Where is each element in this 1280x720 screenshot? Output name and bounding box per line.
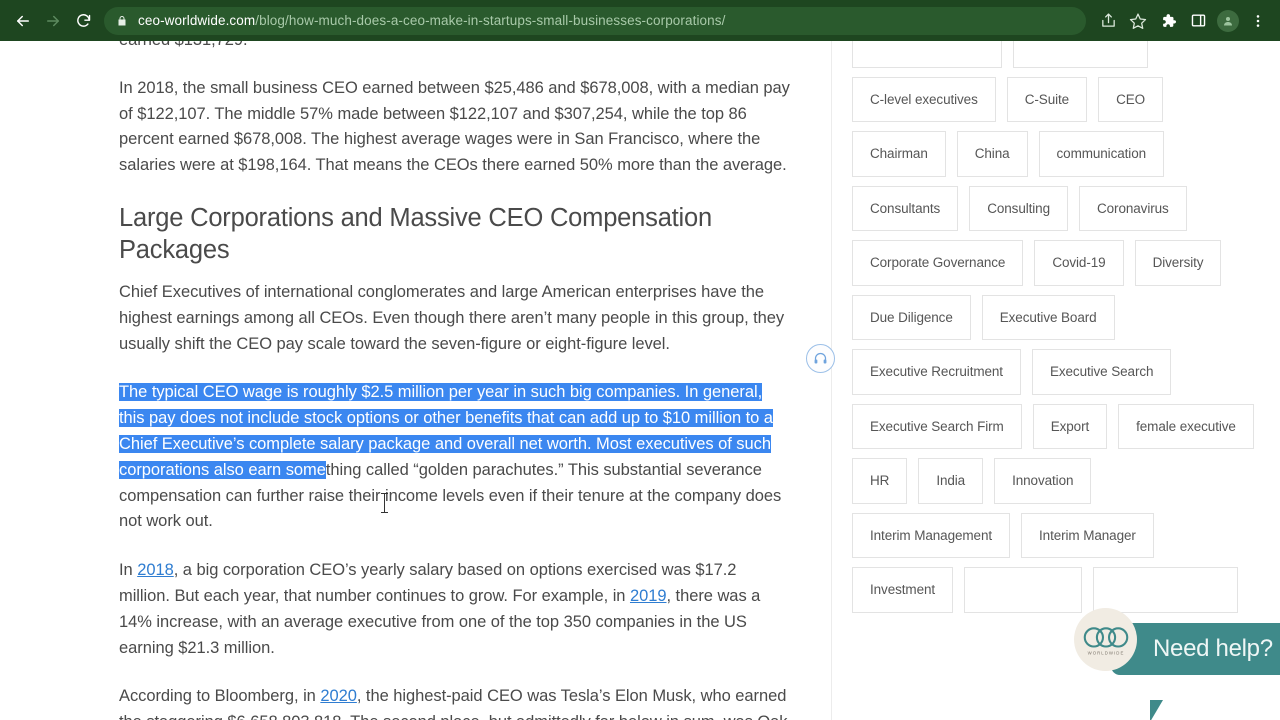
tag-item[interactable]: India (918, 458, 984, 504)
link-2020[interactable]: 2020 (320, 687, 357, 705)
tag-item[interactable]: Innovation (994, 458, 1092, 504)
svg-text:WORLDWIDE: WORLDWIDE (1087, 650, 1124, 655)
tag-item[interactable]: Diversity (1134, 240, 1222, 286)
tag-item[interactable]: Consultants (852, 185, 959, 231)
chat-bubble[interactable]: Need help? (1111, 623, 1280, 675)
share-icon[interactable] (1094, 7, 1122, 35)
tag-partial-bottom[interactable] (964, 567, 1083, 613)
tag-item[interactable]: Interim Management (852, 512, 1011, 558)
paragraph-small-business-stats: In 2018, the small business CEO earned b… (119, 76, 791, 179)
link-2019[interactable]: 2019 (630, 587, 667, 605)
paragraph-text-part1: According to Bloomberg, in (119, 687, 321, 706)
url-host: ceo-worldwide.com (138, 13, 256, 28)
url-path: /blog/how-much-does-a-ceo-make-in-startu… (255, 13, 726, 28)
text-cursor (381, 493, 388, 513)
tag-item[interactable]: Export (1032, 403, 1108, 449)
clipped-paragraph: earned $131,729. (119, 41, 791, 54)
extensions-puzzle-icon[interactable] (1154, 7, 1182, 35)
tag-partial-top[interactable] (1013, 41, 1148, 68)
reload-button[interactable] (68, 6, 98, 36)
tag-item[interactable]: Corporate Governance (852, 240, 1024, 286)
back-button[interactable] (8, 6, 38, 36)
lock-icon (116, 15, 128, 27)
tag-item[interactable]: China (956, 131, 1028, 177)
avatar[interactable] (1217, 9, 1239, 32)
tag-item[interactable]: C-Suite (1006, 76, 1088, 122)
paragraph-options-exercised: In 2018, a big corporation CEO’s yearly … (119, 558, 791, 661)
tag-item[interactable]: Interim Manager (1021, 512, 1154, 558)
paragraph-intro: Chief Executives of international conglo… (119, 280, 791, 357)
article-column: earned $131,729. In 2018, the small busi… (0, 41, 831, 720)
tag-item[interactable]: CEO (1098, 76, 1164, 122)
toolbar-icon-group (1094, 7, 1272, 35)
tag-partial-top[interactable] (852, 41, 1002, 68)
tag-item[interactable]: HR (852, 458, 908, 504)
link-2018[interactable]: 2018 (137, 561, 174, 579)
bookmark-star-icon[interactable] (1124, 7, 1152, 35)
paragraph-selected: The typical CEO wage is roughly $2.5 mil… (119, 380, 791, 535)
tag-item[interactable]: Executive Recruitment (852, 349, 1021, 395)
tag-item[interactable]: Coronavirus (1079, 185, 1187, 231)
more-menu-icon[interactable] (1244, 7, 1272, 35)
page-content: earned $131,729. In 2018, the small busi… (0, 41, 1280, 720)
clipped-paragraph-text: earned $131,729. (119, 41, 248, 49)
tag-item[interactable]: Consulting (969, 185, 1068, 231)
chat-avatar-logo-icon[interactable]: WORLDWIDE (1074, 608, 1137, 671)
forward-button[interactable] (38, 6, 68, 36)
chat-bubble-tail (1150, 700, 1163, 720)
address-bar[interactable]: ceo-worldwide.com/blog/how-much-does-a-c… (104, 6, 1086, 35)
tag-item[interactable]: Covid-19 (1034, 240, 1124, 286)
paragraph-text: In 2018, the small business CEO earned b… (119, 78, 790, 175)
tag-list: C-level executives C-Suite CEO Chairman … (852, 41, 1260, 613)
tag-item[interactable]: Executive Search Firm (852, 403, 1022, 449)
tag-item[interactable]: Executive Board (981, 294, 1115, 340)
headphones-icon[interactable] (806, 344, 835, 373)
page-title: Large Corporations and Massive CEO Compe… (119, 203, 712, 264)
profile-avatar-icon[interactable] (1214, 7, 1242, 35)
tag-item[interactable]: Executive Search (1031, 349, 1172, 395)
paragraph-bloomberg: According to Bloomberg, in 2020, the hig… (119, 684, 791, 720)
tag-item[interactable]: Investment (852, 567, 954, 613)
url-text: ceo-worldwide.com/blog/how-much-does-a-c… (138, 13, 725, 28)
sidebar-tag-cloud: C-level executives C-Suite CEO Chairman … (831, 41, 1280, 720)
tag-item[interactable]: C-level executives (852, 76, 996, 122)
chat-bubble-text: Need help? (1153, 635, 1273, 662)
paragraph-text: Chief Executives of international conglo… (119, 282, 785, 353)
tag-partial-bottom[interactable] (1093, 567, 1239, 613)
paragraph-text-part1: In (119, 561, 138, 580)
browser-toolbar: ceo-worldwide.com/blog/how-much-does-a-c… (0, 0, 1280, 41)
tag-item[interactable]: female executive (1118, 403, 1254, 449)
tag-item[interactable]: Due Diligence (852, 294, 971, 340)
tag-item[interactable]: communication (1038, 131, 1165, 177)
tag-item[interactable]: Chairman (852, 131, 946, 177)
side-panel-icon[interactable] (1184, 7, 1212, 35)
